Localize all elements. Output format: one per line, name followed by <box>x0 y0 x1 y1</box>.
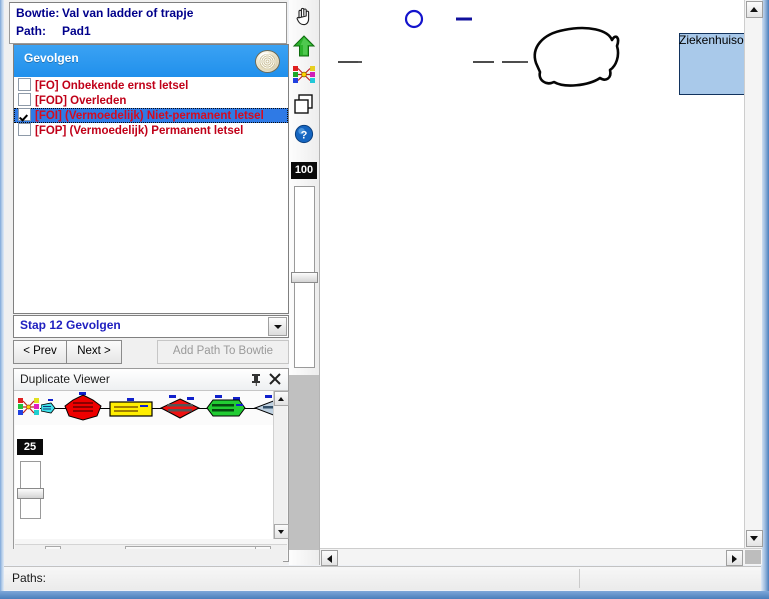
thumbnail-strip <box>15 391 287 425</box>
next-button[interactable]: Next > <box>66 340 122 364</box>
tool-column: ? 100 <box>289 0 320 565</box>
step-combo[interactable]: Stap 12 Gevolgen <box>13 315 289 338</box>
application-window: Bowtie: Val van ladder of trapje Path: Pad… <box>0 0 769 599</box>
prev-button[interactable]: < Prev <box>13 340 67 364</box>
canvas-zoom-level: 100 <box>291 162 317 179</box>
path-value: Pad1 <box>62 24 91 38</box>
list-item[interactable]: [FOI] (Vermoedelijk) Niet-permanent lets… <box>14 108 288 123</box>
duplicate-viewer-panel: Duplicate Viewer 25 <box>13 368 289 562</box>
duplicate-viewer-zoom-slider[interactable] <box>17 461 44 519</box>
left-panel: Bowtie: Val van ladder of trapje Path: Pad… <box>4 0 289 565</box>
pin-icon[interactable] <box>250 373 262 386</box>
list-item[interactable]: [FOP] (Vermoedelijk) Permanent letsel <box>14 123 288 138</box>
canvas-horizontal-scrollbar[interactable] <box>320 548 762 566</box>
copy-icon[interactable] <box>292 92 316 116</box>
checkbox[interactable] <box>18 93 31 106</box>
list-item-label: [FOP] (Vermoedelijk) Permanent letsel <box>35 125 244 137</box>
consequence-checkbox-list[interactable]: [FO] Onbekende ernst letsel [FOD] Overle… <box>14 78 288 312</box>
help-icon[interactable]: ? <box>292 122 316 146</box>
bowtie-row: Bowtie: Val van ladder of trapje <box>16 5 193 22</box>
status-bar-label: Paths: <box>12 571 47 585</box>
scroll-down-button[interactable] <box>274 524 289 539</box>
checkbox[interactable] <box>18 108 31 121</box>
step-combo-value: Stap 12 Gevolgen <box>20 318 121 332</box>
window-frame-right <box>761 0 769 595</box>
list-item[interactable] <box>109 398 153 421</box>
path-label: Path: <box>16 24 46 38</box>
bowtie-label: Bowtie: <box>16 6 60 20</box>
diagram-graphics <box>338 9 620 87</box>
left-panel-horizontal-scrollbar[interactable] <box>9 549 283 564</box>
list-item[interactable] <box>40 399 57 420</box>
status-bar: Paths: <box>4 566 761 590</box>
chevron-down-icon[interactable] <box>268 317 287 336</box>
list-item[interactable] <box>63 392 103 425</box>
close-icon[interactable] <box>268 372 282 386</box>
duplicate-viewer-canvas[interactable]: 25 <box>15 391 287 539</box>
list-item-label: [FO] Onbekende ernst letsel <box>35 80 189 92</box>
palette-icon <box>18 397 40 417</box>
add-path-to-bowtie-button: Add Path To Bowtie <box>157 340 289 364</box>
scroll-up-button[interactable] <box>274 391 289 406</box>
scroll-right-button[interactable] <box>726 550 743 566</box>
group-header: Gevolgen <box>14 45 288 77</box>
list-item-label: [FOD] Overleden <box>35 95 127 107</box>
path-row: Path: Pad1 <box>16 23 91 40</box>
diagram-canvas[interactable]: HOSP Ziekenhuisopname FOI (Vermoedelijk)… <box>320 0 744 548</box>
list-item[interactable]: [FO] Onbekende ernst letsel <box>14 78 288 93</box>
duplicate-viewer-vertical-scrollbar[interactable] <box>273 391 289 539</box>
duplicate-viewer-title-bar: Duplicate Viewer <box>14 369 288 391</box>
svg-text:?: ? <box>301 130 308 142</box>
green-up-arrow-icon[interactable] <box>292 34 316 58</box>
checkbox[interactable] <box>18 78 31 91</box>
list-item[interactable]: [FOD] Overleden <box>14 93 288 108</box>
status-bar-separator <box>579 569 580 588</box>
slider-knob[interactable] <box>291 272 318 283</box>
consequence-list-box: Gevolgen [FO] Onbekende ernst letsel [FO… <box>13 44 289 314</box>
list-item[interactable] <box>205 395 247 424</box>
node-hosp-label: Ziekenhuisopname <box>679 33 744 47</box>
network-nodes-icon[interactable] <box>292 62 316 86</box>
list-item-label: [FOI] (Vermoedelijk) Niet-permanent lets… <box>35 110 264 122</box>
window-frame-bottom <box>0 591 769 599</box>
path-info-box: Bowtie: Val van ladder of trapje Path: Pad… <box>9 2 287 44</box>
checkbox[interactable] <box>18 123 31 136</box>
bowtie-value: Val van ladder of trapje <box>62 6 194 20</box>
tool-column-filler <box>289 375 319 550</box>
slider-knob[interactable] <box>17 488 44 499</box>
scroll-left-button[interactable] <box>321 550 338 566</box>
diagram-canvas-panel: HOSP Ziekenhuisopname FOI (Vermoedelijk)… <box>319 0 763 566</box>
disc-icon <box>255 50 280 73</box>
canvas-vertical-scrollbar[interactable] <box>744 0 763 548</box>
duplicate-viewer-title: Duplicate Viewer <box>20 372 110 386</box>
group-title: Gevolgen <box>24 51 79 65</box>
pan-hand-icon[interactable] <box>292 4 316 28</box>
path-nav-buttons: < Prev Next > Add Path To Bowtie <box>13 340 289 364</box>
node-hosp-content: HOSP Ziekenhuisopname <box>679 33 744 93</box>
canvas-zoom-slider[interactable] <box>291 186 318 368</box>
resize-grip[interactable] <box>745 550 761 564</box>
duplicate-viewer-zoom-level: 25 <box>17 439 43 455</box>
scroll-up-button[interactable] <box>746 1 763 18</box>
list-item[interactable] <box>159 395 201 424</box>
scroll-down-button[interactable] <box>746 530 763 547</box>
